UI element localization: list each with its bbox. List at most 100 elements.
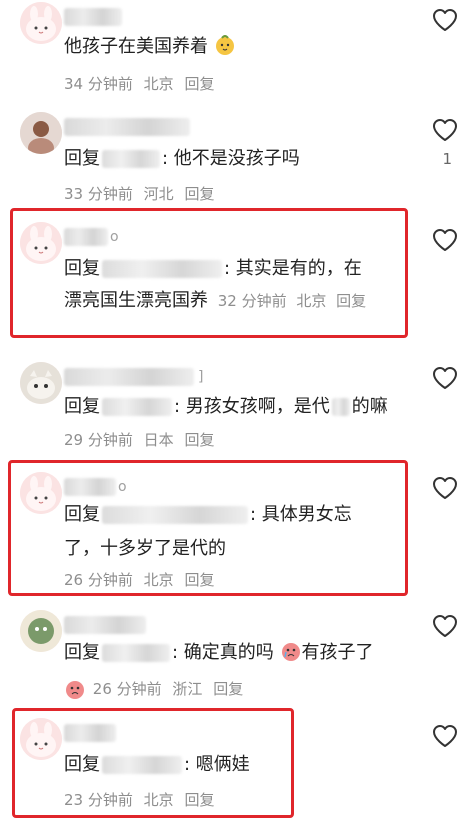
comment-body: 他孩子在美国养着: [64, 36, 208, 57]
crying-face-emoji-icon: [64, 678, 84, 699]
timestamp: 26 分钟前: [64, 571, 133, 589]
username-blurred[interactable]: [64, 228, 108, 246]
avatar[interactable]: [20, 362, 62, 404]
reply-prefix: 回复: [64, 504, 100, 525]
avatar[interactable]: [20, 222, 62, 264]
reply-prefix: 回复: [64, 754, 100, 775]
comment-body: : 男孩女孩啊，是代: [174, 396, 330, 417]
bunny-avatar-icon: [20, 2, 62, 44]
timestamp: 34 分钟前: [64, 75, 133, 93]
avatar[interactable]: [20, 610, 62, 652]
timestamp: 33 分钟前: [64, 185, 133, 203]
like-button[interactable]: [432, 228, 458, 252]
comment-meta: 23 分钟前 北京 回复: [64, 790, 220, 810]
comment-body: : 嗯俩娃: [184, 754, 250, 775]
comment-body: : 他不是没孩子吗: [162, 148, 300, 169]
heart-outline-icon: [432, 118, 458, 142]
like-button[interactable]: [432, 614, 458, 638]
timestamp: 29 分钟前: [64, 431, 133, 449]
heart-outline-icon: [432, 724, 458, 748]
username-blurred[interactable]: [64, 616, 146, 634]
reply-prefix: 回复: [64, 258, 100, 279]
peach-face-emoji-icon: [214, 34, 236, 56]
reply-button[interactable]: 回复: [184, 185, 214, 203]
comment-text: 他孩子在美国养着: [64, 32, 236, 62]
like-button[interactable]: [432, 366, 458, 390]
avatar[interactable]: [20, 112, 62, 154]
reply-prefix: 回复: [64, 396, 100, 417]
word-blurred: [331, 398, 350, 416]
mention-blurred[interactable]: [102, 150, 160, 168]
comment-text: 回复 : 具体男女忘: [64, 500, 352, 530]
username-blurred[interactable]: [64, 118, 190, 136]
heart-outline-icon: [432, 476, 458, 500]
mention-blurred[interactable]: [102, 260, 222, 278]
comment-text-line2: 漂亮国生漂亮国养 32 分钟前 北京 回复: [64, 286, 366, 316]
username-blurred[interactable]: [64, 724, 116, 742]
crying-face-emoji-icon: [280, 640, 302, 662]
comment-body-end: 的嘛: [351, 396, 388, 417]
comment-text: 回复 : 嗯俩娃: [64, 750, 250, 780]
comment-text-line2: 了，十多岁了是代的: [64, 534, 226, 564]
comment-body-end: 有孩子了: [301, 642, 374, 663]
like-button[interactable]: [432, 118, 458, 142]
avatar[interactable]: [20, 718, 62, 760]
comment-body: 了，十多岁了是代的: [64, 538, 226, 559]
sticker-avatar-icon: [20, 610, 62, 652]
bunny-avatar-icon: [20, 472, 62, 514]
reply-button[interactable]: 回复: [336, 292, 366, 310]
reply-button[interactable]: 回复: [184, 75, 214, 93]
comment-body: : 具体男女忘: [250, 504, 352, 525]
comment-meta: 26 分钟前 北京 回复: [64, 570, 220, 590]
location: 河北: [143, 185, 174, 203]
username-suffix: o: [110, 229, 119, 245]
person-avatar-icon: [20, 112, 62, 154]
username-blurred[interactable]: [64, 368, 194, 386]
reply-button[interactable]: 回复: [184, 791, 214, 809]
comment-text: 回复 : 其实是有的，在: [64, 254, 362, 284]
timestamp: 23 分钟前: [64, 791, 133, 809]
reply-button[interactable]: 回复: [184, 571, 214, 589]
comment-body: 漂亮国生漂亮国养: [64, 290, 208, 311]
mention-blurred[interactable]: [102, 506, 248, 524]
reply-button[interactable]: 回复: [213, 680, 243, 698]
username-blurred[interactable]: [64, 478, 116, 496]
comment-meta: 34 分钟前 北京 回复: [64, 74, 220, 94]
avatar[interactable]: [20, 472, 62, 514]
location: 日本: [143, 431, 174, 449]
like-button[interactable]: [432, 476, 458, 500]
location: 北京: [143, 75, 174, 93]
like-button[interactable]: [432, 724, 458, 748]
like-count: 1: [442, 150, 452, 168]
like-button[interactable]: [432, 8, 458, 32]
cat-avatar-icon: [20, 362, 62, 404]
comment-text: 回复: 确定真的吗 有孩子了: [64, 638, 374, 668]
comment-body: : 确定真的吗: [172, 642, 274, 663]
heart-outline-icon: [432, 8, 458, 32]
username-suffix: o: [118, 479, 127, 495]
mention-blurred[interactable]: [102, 644, 170, 662]
timestamp: 32 分钟前: [217, 292, 287, 310]
comment-meta: 33 分钟前 河北 回复: [64, 184, 220, 204]
comment-meta: 29 分钟前 日本 回复: [64, 430, 220, 450]
bunny-avatar-icon: [20, 222, 62, 264]
username-suffix: ]: [198, 369, 204, 385]
location: 北京: [143, 791, 174, 809]
heart-outline-icon: [432, 614, 458, 638]
comment-body: : 其实是有的，在: [224, 258, 362, 279]
reply-button[interactable]: 回复: [184, 431, 214, 449]
mention-blurred[interactable]: [102, 756, 182, 774]
location: 北京: [296, 292, 327, 310]
heart-outline-icon: [432, 228, 458, 252]
reply-prefix: 回复: [64, 148, 100, 169]
comment-meta: 26 分钟前 浙江 回复: [64, 678, 249, 699]
bunny-avatar-icon: [20, 718, 62, 760]
timestamp: 26 分钟前: [92, 680, 162, 698]
heart-outline-icon: [432, 366, 458, 390]
username-blurred[interactable]: [64, 8, 122, 26]
comment-text: 回复 : 他不是没孩子吗: [64, 144, 300, 174]
comment-text: 回复 : 男孩女孩啊，是代 的嘛: [64, 392, 388, 422]
mention-blurred[interactable]: [102, 398, 172, 416]
location: 北京: [143, 571, 174, 589]
avatar[interactable]: [20, 2, 62, 44]
